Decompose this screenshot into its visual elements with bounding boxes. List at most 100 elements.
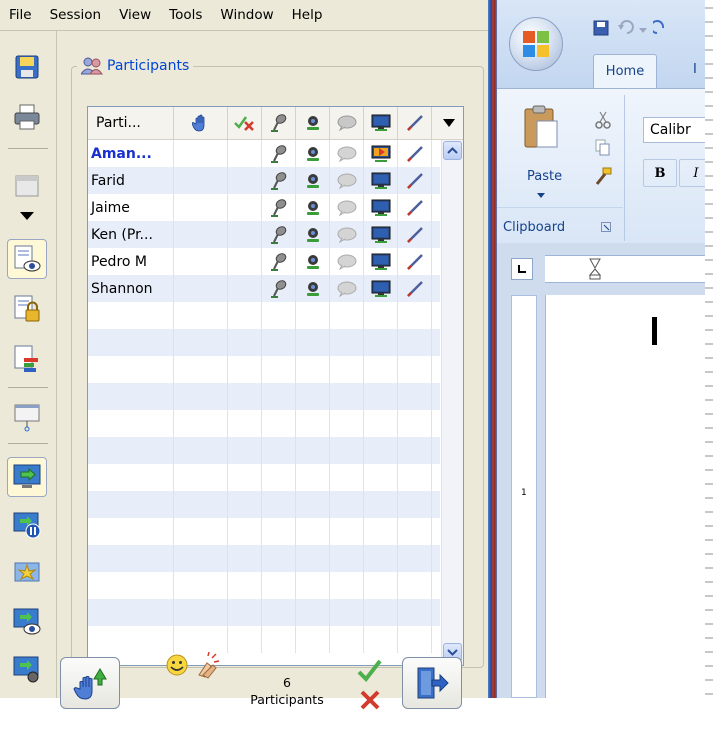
webcam-status: [296, 140, 330, 167]
annotate-status: [398, 275, 432, 302]
raise-hand-button[interactable]: [60, 657, 120, 709]
microphone-icon: [270, 225, 286, 244]
status-column-header[interactable]: [228, 107, 262, 139]
ruler-mark: 1: [521, 488, 527, 498]
paste-button[interactable]: [521, 103, 561, 157]
webcam-column-header[interactable]: [296, 107, 330, 139]
mic-column-header[interactable]: [262, 107, 296, 139]
hand-column-header[interactable]: [174, 107, 228, 139]
menu-session[interactable]: Session: [41, 7, 111, 23]
menu-view[interactable]: View: [110, 7, 160, 23]
vertical-scrollbar[interactable]: [441, 140, 463, 665]
empty-cell: [296, 383, 330, 410]
horizontal-ruler[interactable]: [545, 255, 713, 283]
empty-cell: [88, 626, 174, 653]
emoticon-button[interactable]: [165, 653, 189, 681]
chat-column-header[interactable]: [330, 107, 364, 139]
participant-row[interactable]: Pedro M: [88, 248, 440, 275]
screen-column-header[interactable]: [364, 107, 398, 139]
cut-button[interactable]: [595, 111, 611, 133]
participant-row[interactable]: Ken (Pr...: [88, 221, 440, 248]
print-button[interactable]: [7, 97, 47, 137]
raised-hand-icon: [191, 114, 204, 132]
share-screen-button[interactable]: [7, 457, 47, 497]
menu-file[interactable]: File: [0, 7, 41, 23]
view-participants-button[interactable]: [7, 239, 47, 279]
empty-cell: [88, 383, 174, 410]
menu-help[interactable]: Help: [283, 7, 332, 23]
annotate-column-header[interactable]: [398, 107, 432, 139]
undo-dropdown[interactable]: [639, 22, 647, 37]
monitor-icon: [371, 172, 390, 189]
agree-button[interactable]: [357, 659, 383, 689]
applause-button[interactable]: [193, 651, 221, 683]
document-page[interactable]: [545, 295, 713, 698]
empty-cell: [88, 518, 174, 545]
empty-cell: [174, 464, 228, 491]
empty-cell: [174, 248, 228, 275]
tab-home[interactable]: Home: [593, 54, 657, 88]
empty-cell: [228, 491, 262, 518]
annotate-status: [398, 167, 432, 194]
empty-row: [88, 599, 440, 626]
check-cross-icon: [233, 116, 254, 131]
annotate-button[interactable]: [7, 553, 47, 593]
document-lock-icon: [14, 295, 40, 322]
whiteboard-button[interactable]: [7, 397, 47, 437]
empty-cell: [174, 221, 228, 248]
undo-button[interactable]: [617, 19, 635, 39]
tab-selector[interactable]: [511, 258, 533, 280]
save-button[interactable]: [7, 47, 47, 87]
empty-cell: [228, 221, 262, 248]
disagree-button[interactable]: [359, 689, 381, 715]
empty-cell: [398, 626, 432, 653]
copy-button[interactable]: [595, 139, 611, 161]
participant-row[interactable]: Shannon: [88, 275, 440, 302]
empty-cell: [228, 626, 262, 653]
chat-status: [330, 221, 364, 248]
name-column-header[interactable]: Parti...: [88, 107, 174, 139]
screen-status: [364, 140, 398, 167]
format-painter-button[interactable]: [593, 167, 613, 191]
window-divider[interactable]: [488, 0, 497, 698]
empty-cell: [330, 545, 364, 572]
menu-window[interactable]: Window: [211, 7, 282, 23]
menu-bar: File Session View Tools Window Help: [0, 0, 488, 31]
clipboard-dialog-launcher[interactable]: [601, 221, 611, 236]
column-menu-button[interactable]: [432, 107, 463, 139]
vertical-ruler[interactable]: 1: [511, 295, 537, 698]
menu-tools[interactable]: Tools: [160, 7, 211, 23]
ribbon-body: Paste Clipboard Calibr B I: [497, 88, 713, 243]
paste-dropdown[interactable]: [537, 187, 545, 202]
empty-cell: [330, 572, 364, 599]
layout-dropdown[interactable]: [7, 205, 47, 227]
scroll-up-button[interactable]: [443, 141, 462, 160]
leave-session-button[interactable]: [402, 657, 462, 709]
layout-button[interactable]: [7, 166, 47, 206]
empty-cell: [330, 491, 364, 518]
record-button[interactable]: [7, 649, 47, 689]
participant-row[interactable]: Farid: [88, 167, 440, 194]
quick-save-button[interactable]: [593, 20, 609, 40]
participant-row[interactable]: Aman...: [88, 140, 440, 167]
pause-share-button[interactable]: [7, 505, 47, 545]
mic-status: [262, 275, 296, 302]
empty-cell: [262, 329, 296, 356]
indent-marker[interactable]: [588, 258, 602, 284]
webcam-icon: [306, 227, 319, 242]
participant-row[interactable]: Jaime: [88, 194, 440, 221]
lock-document-button[interactable]: [7, 289, 47, 329]
participant-name: Farid: [88, 167, 174, 194]
view-screen-button[interactable]: [7, 601, 47, 641]
empty-cell: [174, 626, 228, 653]
font-name-box[interactable]: Calibr: [643, 117, 713, 143]
office-button[interactable]: [509, 17, 563, 71]
bold-button[interactable]: B: [643, 159, 677, 187]
empty-cell: [88, 302, 174, 329]
empty-cell: [296, 545, 330, 572]
empty-cell: [398, 437, 432, 464]
empty-cell: [296, 356, 330, 383]
redo-button[interactable]: [650, 19, 667, 39]
pen-icon: [406, 226, 423, 243]
document-bars-button[interactable]: [7, 339, 47, 379]
